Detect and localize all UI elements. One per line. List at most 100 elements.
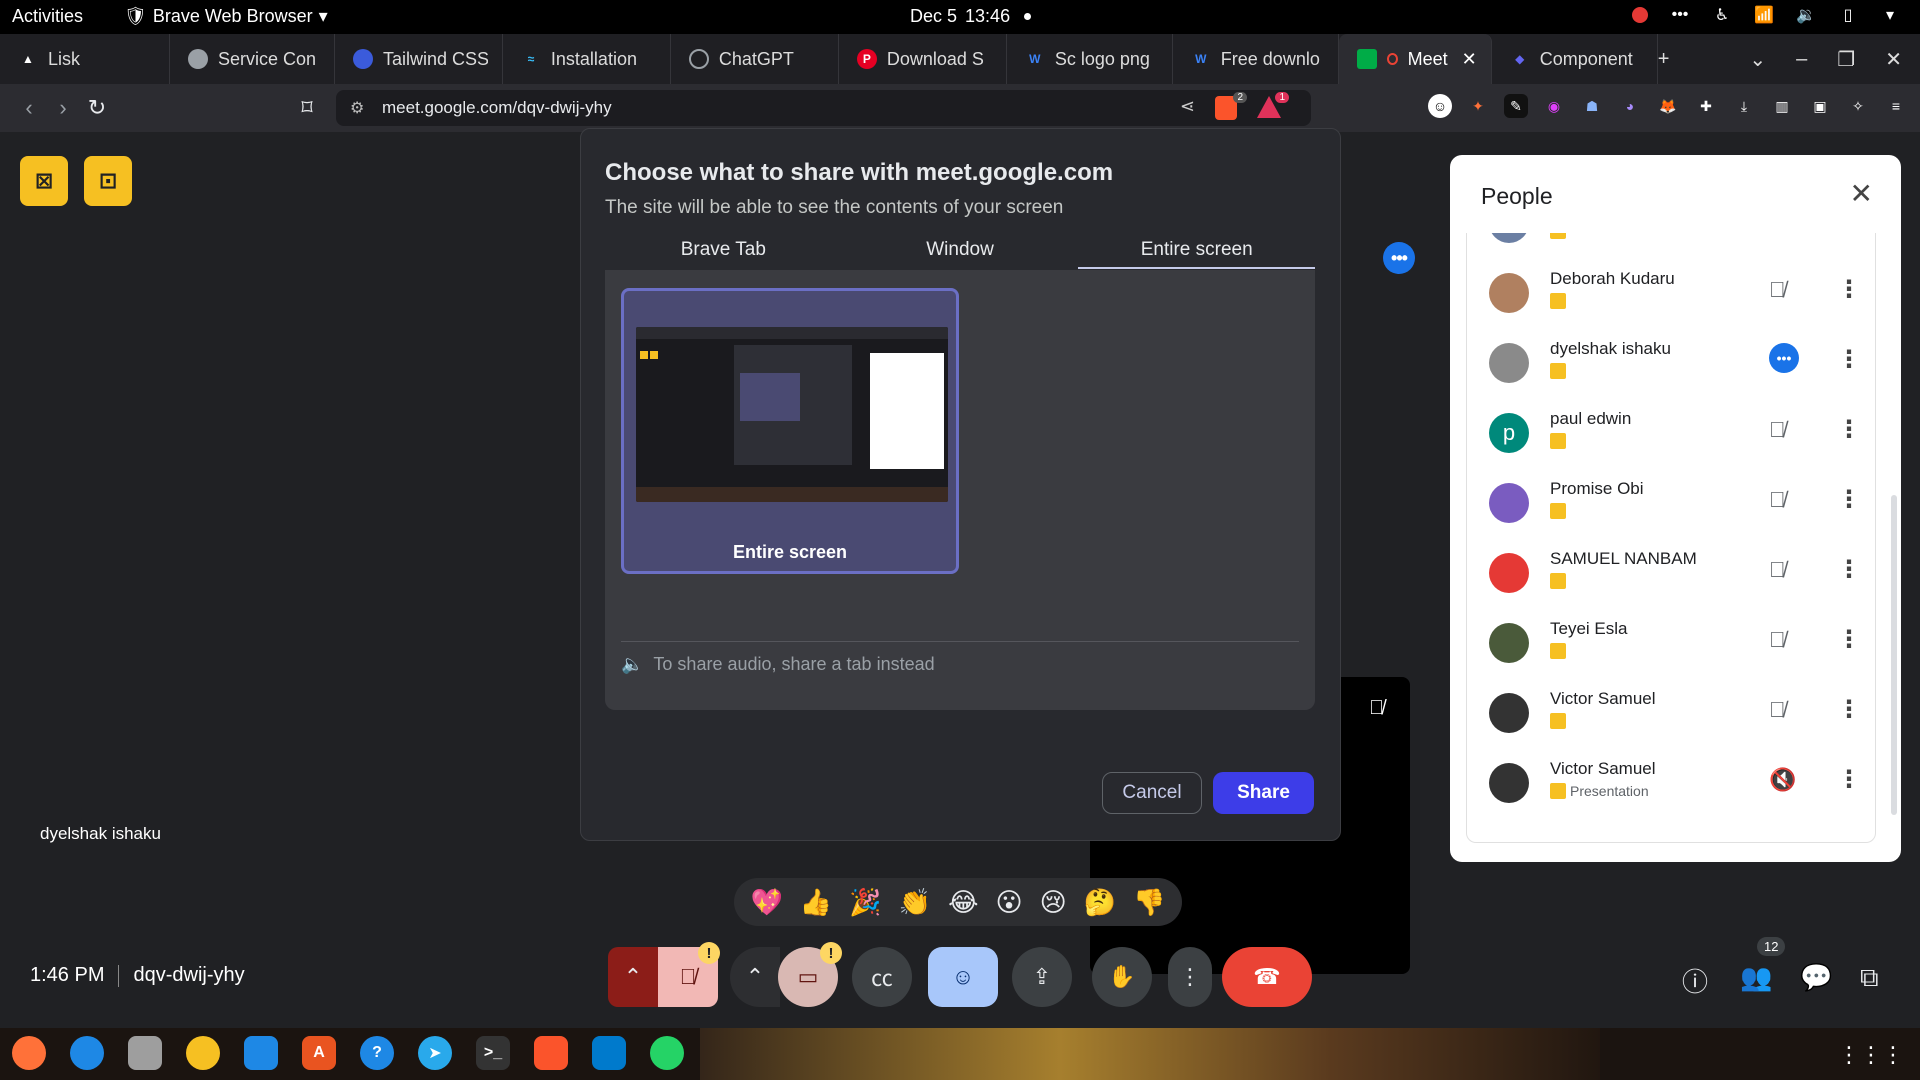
more-indicators-icon[interactable]: ••• bbox=[1670, 5, 1690, 25]
activities-button[interactable]: Activities bbox=[12, 6, 83, 27]
reaction-party-icon[interactable]: 🎉 bbox=[849, 887, 881, 918]
raise-hand-button[interactable]: ✋ bbox=[1092, 947, 1152, 1007]
extension-icon[interactable]: ☺ bbox=[1428, 94, 1452, 118]
browser-tab[interactable]: ▲ Lisk bbox=[0, 34, 170, 84]
entire-screen-option[interactable]: Entire screen bbox=[621, 288, 959, 574]
people-icon[interactable]: 👥 bbox=[1740, 962, 1772, 993]
reaction-surprised-icon[interactable]: 😮 bbox=[995, 887, 1022, 918]
reaction-laugh-icon[interactable]: 😂 bbox=[948, 887, 978, 918]
browser-tab[interactable]: W Free downlo bbox=[1173, 34, 1339, 84]
cancel-button[interactable]: Cancel bbox=[1102, 772, 1202, 814]
terminal-icon[interactable]: >_ bbox=[476, 1036, 510, 1070]
reaction-clap-icon[interactable]: 👏 bbox=[899, 887, 931, 918]
participant-row[interactable]: Victor Samuel 🎙̸ ⋮ bbox=[1467, 683, 1875, 753]
presentation-icon[interactable]: ⊡ bbox=[84, 156, 132, 206]
tab-entire-screen[interactable]: Entire screen bbox=[1078, 233, 1316, 269]
leave-call-button[interactable]: ☎ bbox=[1222, 947, 1312, 1007]
menu-icon[interactable]: ≡ bbox=[1884, 94, 1908, 118]
whatsapp-icon[interactable] bbox=[650, 1036, 684, 1070]
share-page-icon[interactable]: ⋖ bbox=[1180, 96, 1195, 117]
sidebar-icon[interactable]: ▥ bbox=[1770, 94, 1794, 118]
metamask-icon[interactable]: 🦊 bbox=[1656, 94, 1680, 118]
files-icon[interactable] bbox=[128, 1036, 162, 1070]
telegram-icon[interactable]: ➤ bbox=[418, 1036, 452, 1070]
bookmark-icon[interactable]: ⌑ bbox=[290, 95, 324, 121]
activities-icon[interactable]: ⧉ bbox=[1860, 962, 1879, 994]
participant-row[interactable]: Deborah Kudaru 🎙̸ ⋮ bbox=[1467, 263, 1875, 333]
participant-row[interactable]: SAMUEL NANBAM 🎙̸ ⋮ bbox=[1467, 543, 1875, 613]
captions-button[interactable]: ㏄ bbox=[852, 947, 912, 1007]
more-options-icon[interactable]: ⋮ bbox=[1837, 345, 1861, 374]
more-options-icon[interactable]: ⋮ bbox=[1837, 695, 1861, 724]
brave-icon[interactable] bbox=[534, 1036, 568, 1070]
more-options-icon[interactable]: ⋮ bbox=[1837, 765, 1861, 794]
browser-tab[interactable]: Tailwind CSS bbox=[335, 34, 503, 84]
volume-icon[interactable]: 🔉 bbox=[1796, 5, 1816, 25]
participant-row[interactable]: dyelshak ishaku ••• ⋮ bbox=[1467, 333, 1875, 403]
show-apps-icon[interactable]: ⋮⋮⋮ bbox=[1838, 1042, 1904, 1068]
site-settings-icon[interactable]: ⚙ bbox=[350, 98, 368, 117]
screen-share-off-icon[interactable]: ⊠ bbox=[20, 156, 68, 206]
close-icon[interactable]: ✕ bbox=[1850, 177, 1873, 210]
more-options-icon[interactable]: ⋮ bbox=[1837, 415, 1861, 444]
more-options-icon[interactable]: ⋮ bbox=[1837, 625, 1861, 654]
reaction-thinking-icon[interactable]: 🤔 bbox=[1084, 887, 1116, 918]
reaction-thumbs-up-icon[interactable]: 👍 bbox=[800, 887, 832, 918]
browser-tab[interactable]: Service Con bbox=[170, 34, 335, 84]
firefox-icon[interactable] bbox=[12, 1036, 46, 1070]
more-options-icon[interactable]: ⋮ bbox=[1837, 485, 1861, 514]
wifi-icon[interactable]: 📶 bbox=[1754, 5, 1774, 25]
browser-tab[interactable]: ChatGPT bbox=[671, 34, 839, 84]
extension-icon[interactable]: ✦ bbox=[1466, 94, 1490, 118]
more-options-icon[interactable]: ⋮ bbox=[1837, 555, 1861, 584]
mic-off-icon[interactable]: 🎙̸ bbox=[1769, 487, 1786, 513]
mic-off-icon[interactable]: 🎙̸ bbox=[1769, 557, 1786, 583]
app-menu[interactable]: 🛡 Brave Web Browser ▾ bbox=[124, 6, 328, 27]
extension-icon[interactable]: ✎ bbox=[1504, 94, 1528, 118]
extension-icon[interactable]: ◉ bbox=[1542, 94, 1566, 118]
browser-tab[interactable]: ◆ Component bbox=[1492, 34, 1658, 84]
system-tray[interactable]: ••• ♿ 📶 🔉 ▯ ▾ bbox=[1632, 5, 1900, 25]
browser-tab[interactable]: P Download S bbox=[839, 34, 1007, 84]
clock[interactable]: Dec 5 13:46 bbox=[910, 6, 1032, 27]
software-icon[interactable]: A bbox=[302, 1036, 336, 1070]
forward-icon[interactable]: › bbox=[46, 95, 80, 121]
more-options-icon[interactable]: ⋮ bbox=[1837, 275, 1861, 304]
present-now-button[interactable]: ⇪ bbox=[1012, 947, 1072, 1007]
more-options-button[interactable]: ⋮ bbox=[1168, 947, 1212, 1007]
maximize-icon[interactable]: ❐ bbox=[1837, 47, 1855, 72]
battery-icon[interactable]: ▯ bbox=[1838, 5, 1858, 25]
leo-ai-icon[interactable]: ✧ bbox=[1846, 94, 1870, 118]
accessibility-icon[interactable]: ♿ bbox=[1712, 5, 1732, 25]
audio-options-chevron[interactable]: ⌃ bbox=[608, 947, 658, 1007]
close-window-icon[interactable]: ✕ bbox=[1885, 47, 1902, 72]
reaction-heart-icon[interactable]: 💖 bbox=[751, 887, 783, 918]
emoji-reactions-button[interactable]: ☺ bbox=[928, 947, 998, 1007]
meeting-details-icon[interactable]: ⓘ bbox=[1682, 962, 1708, 999]
writer-icon[interactable] bbox=[244, 1036, 278, 1070]
speaking-indicator-icon[interactable]: ••• bbox=[1383, 242, 1415, 274]
participant-row[interactable]: Promise Obi 🎙̸ ⋮ bbox=[1467, 473, 1875, 543]
extensions-puzzle-icon[interactable]: ✚ bbox=[1694, 94, 1718, 118]
address-bar[interactable]: ⚙ meet.google.com/dqv-dwij-yhy ⋖ 2 1 bbox=[336, 90, 1311, 126]
participant-row[interactable]: Victor Samuel Presentation 🔇 ⋮ bbox=[1467, 753, 1875, 823]
mic-off-icon[interactable]: 🎙̸ bbox=[1769, 277, 1786, 303]
chrome-indicator-icon[interactable] bbox=[1632, 7, 1648, 23]
tab-window[interactable]: Window bbox=[842, 233, 1079, 269]
chat-icon[interactable]: 💬 bbox=[1800, 962, 1832, 993]
speaking-indicator-icon[interactable]: ••• bbox=[1769, 343, 1799, 373]
more-options-icon[interactable]: ⋮ bbox=[1837, 233, 1861, 234]
reaction-sad-icon[interactable]: 😢 bbox=[1040, 887, 1067, 918]
mic-off-icon[interactable]: 🎙̸ bbox=[1769, 627, 1786, 653]
wallet-icon[interactable]: ▣ bbox=[1808, 94, 1832, 118]
share-button[interactable]: Share bbox=[1213, 772, 1314, 814]
extension-icon[interactable]: ☗ bbox=[1580, 94, 1604, 118]
mic-off-icon[interactable]: 🎙̸ bbox=[1769, 417, 1786, 443]
mic-off-icon[interactable]: 🎙̸ bbox=[1769, 697, 1786, 723]
reaction-thumbs-down-icon[interactable]: 👎 bbox=[1133, 887, 1165, 918]
audio-off-icon[interactable]: 🔇 bbox=[1769, 767, 1796, 793]
rhythmbox-icon[interactable] bbox=[186, 1036, 220, 1070]
extension-icon[interactable]: ◕ bbox=[1618, 94, 1642, 118]
browser-tab[interactable]: W Sc logo png bbox=[1007, 34, 1173, 84]
browser-tab-active[interactable]: Meet - ✕ bbox=[1338, 34, 1492, 84]
